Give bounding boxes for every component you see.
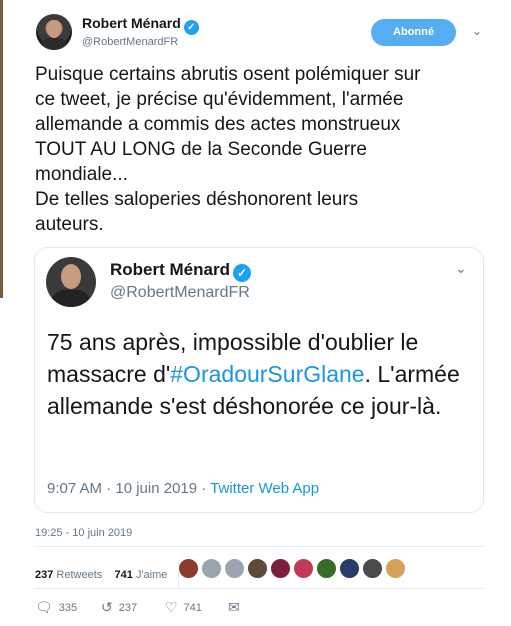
retweet-count: 237 — [118, 602, 138, 614]
tweet-text-line: De telles saloperies déshonorent leurs — [35, 189, 359, 210]
tweet-actions: 🗨 335 ↺ 237 ♡ 741 ✉ — [35, 598, 495, 616]
quoted-author-avatar[interactable] — [46, 257, 96, 307]
source-app-link[interactable]: Twitter Web App — [210, 480, 319, 497]
divider — [34, 546, 484, 547]
liker-avatar[interactable] — [178, 558, 199, 579]
retweets-label: Retweets — [56, 568, 103, 581]
heart-icon: ♡ — [165, 599, 178, 615]
retweets-stat[interactable]: 237 Retweets — [35, 569, 102, 581]
quoted-time: 9:07 AM · 10 juin 2019 · — [47, 480, 211, 497]
reply-action[interactable]: 🗨 335 — [35, 598, 77, 616]
avatar-body — [40, 38, 68, 50]
likes-label: J'aime — [135, 568, 168, 581]
avatar-face — [61, 264, 81, 289]
liker-avatar[interactable] — [224, 558, 245, 579]
avatar-face — [47, 20, 61, 38]
likes-stat[interactable]: 741 J'aime — [115, 569, 168, 581]
tweet-text-line: Puisque certains abrutis osent polémique… — [35, 64, 421, 85]
chevron-down-icon[interactable]: ⌄ — [455, 260, 467, 277]
like-count: 741 — [183, 602, 202, 614]
author-name-text: Robert Ménard — [82, 15, 181, 31]
reply-count: 335 — [58, 602, 78, 614]
following-button[interactable]: Abonné — [371, 19, 456, 46]
liker-avatar[interactable] — [362, 558, 383, 579]
liker-avatar[interactable] — [247, 558, 268, 579]
retweet-icon: ↺ — [101, 599, 113, 615]
tweet-card: Robert Ménard ✓ @RobertMenardFR Abonné ⌄ … — [0, 0, 511, 626]
liker-avatar[interactable] — [293, 558, 314, 579]
retweet-action[interactable]: ↺ 237 — [101, 598, 137, 616]
chevron-down-icon[interactable]: ⌄ — [470, 24, 484, 38]
like-action[interactable]: ♡ 741 — [165, 598, 202, 616]
quoted-author-name[interactable]: Robert Ménard ✓ — [110, 260, 251, 282]
tweet-stats: 237 Retweets 741 J'aime — [35, 562, 187, 588]
author-avatar[interactable] — [36, 14, 72, 50]
tweet-text-line: TOUT AU LONG de la Seconde Guerre — [35, 139, 367, 160]
tweet-text: Puisque certains abrutis osent polémique… — [35, 62, 495, 237]
left-edge-strip — [0, 0, 3, 298]
tweet-text-line: allemande a commis des actes monstrueux — [35, 114, 401, 135]
liker-avatar[interactable] — [316, 558, 337, 579]
author-handle[interactable]: @RobertMenardFR — [82, 36, 178, 48]
quoted-tweet-text: 75 ans après, impossible d'oublier le ma… — [47, 326, 477, 422]
likes-count: 741 — [114, 568, 133, 581]
quoted-author-name-text: Robert Ménard — [110, 260, 230, 279]
tweet-text-line: auteurs. — [35, 214, 104, 235]
liker-avatar[interactable] — [339, 558, 360, 579]
quoted-tweet-meta: 9:07 AM · 10 juin 2019 · Twitter Web App — [47, 480, 319, 497]
verified-badge-icon: ✓ — [232, 264, 251, 282]
liker-avatar[interactable] — [270, 558, 291, 579]
liker-avatar[interactable] — [201, 558, 222, 579]
author-name[interactable]: Robert Ménard ✓ — [82, 15, 199, 35]
message-action[interactable]: ✉ — [228, 598, 246, 616]
verified-badge-icon: ✓ — [183, 20, 199, 35]
tweet-text-line: ce tweet, je précise qu'évidemment, l'ar… — [35, 89, 404, 110]
quoted-tweet[interactable]: Robert Ménard ✓ @RobertMenardFR ⌄ 75 ans … — [34, 247, 484, 513]
liker-avatar[interactable] — [385, 558, 406, 579]
tweet-timestamp[interactable]: 19:25 - 10 juin 2019 — [35, 527, 132, 539]
tweet-text-line: mondiale... — [35, 164, 128, 185]
avatar-body — [51, 290, 91, 307]
hashtag-link[interactable]: #OradourSurGlane — [170, 361, 364, 387]
divider — [34, 588, 484, 589]
quoted-author-handle[interactable]: @RobertMenardFR — [110, 284, 250, 302]
envelope-icon: ✉ — [228, 599, 240, 615]
reply-icon: 🗨 — [35, 599, 53, 615]
retweets-count: 237 — [35, 568, 54, 581]
